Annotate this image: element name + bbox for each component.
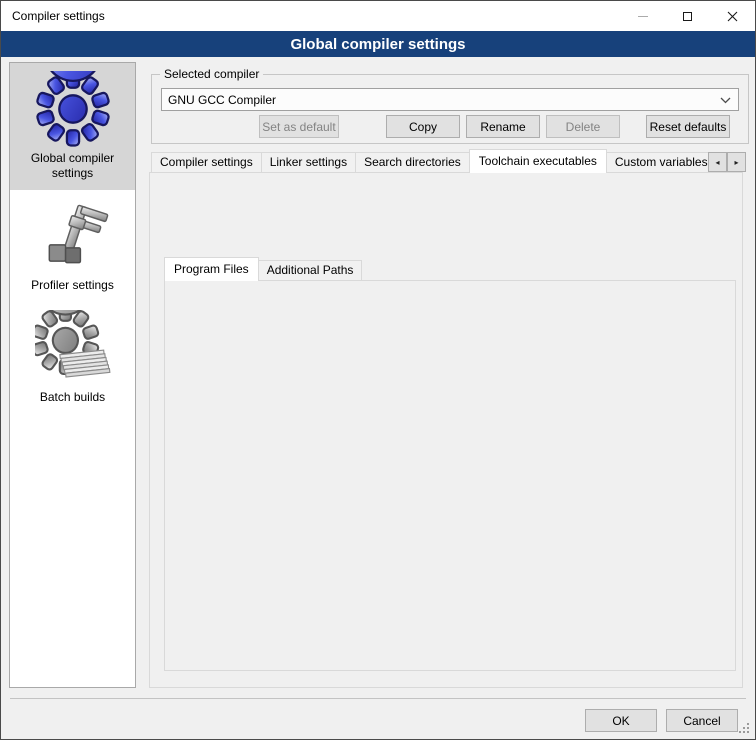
subtab-program-files[interactable]: Program Files xyxy=(164,257,259,281)
window-controls xyxy=(620,1,755,31)
maximize-icon xyxy=(683,12,692,21)
compiler-settings-dialog: Compiler settings Global compiler settin… xyxy=(0,0,756,740)
delete-button: Delete xyxy=(546,115,620,138)
sidebar-item-label: Batch builds xyxy=(40,390,105,405)
close-button[interactable] xyxy=(710,1,755,31)
gear-stack-icon xyxy=(35,310,111,386)
titlebar: Compiler settings xyxy=(1,1,755,31)
caliper-icon xyxy=(35,198,111,274)
compiler-select[interactable]: GNU GCC Compiler xyxy=(161,88,739,111)
tab-custom-variables[interactable]: Custom variables xyxy=(606,152,708,173)
gear-blue-icon xyxy=(35,71,111,147)
subtab-additional-paths[interactable]: Additional Paths xyxy=(258,260,363,281)
compiler-select-value: GNU GCC Compiler xyxy=(168,93,276,107)
tab-toolchain-executables[interactable]: Toolchain executables xyxy=(469,149,607,173)
maximize-button[interactable] xyxy=(665,1,710,31)
resize-grip[interactable] xyxy=(739,723,741,725)
selected-compiler-group-label: Selected compiler xyxy=(160,67,263,81)
window-title: Compiler settings xyxy=(12,9,105,23)
tabs-scroll-right-button[interactable]: ▸ xyxy=(727,152,746,172)
minimize-button[interactable] xyxy=(620,1,665,31)
footer-divider xyxy=(10,698,746,699)
settings-category-list: Global compiler settings xyxy=(9,62,136,688)
tab-linker-settings[interactable]: Linker settings xyxy=(261,152,356,173)
tabs-scroll-left-button[interactable]: ◂ xyxy=(708,152,727,172)
rename-button[interactable]: Rename xyxy=(466,115,540,138)
close-icon xyxy=(727,11,738,22)
cancel-button[interactable]: Cancel xyxy=(666,709,738,732)
tab-compiler-settings[interactable]: Compiler settings xyxy=(151,152,262,173)
set-as-default-button: Set as default xyxy=(259,115,339,138)
ok-button[interactable]: OK xyxy=(585,709,657,732)
sidebar-item-profiler-settings[interactable]: Profiler settings xyxy=(10,190,135,302)
reset-defaults-button[interactable]: Reset defaults xyxy=(646,115,730,138)
sidebar-item-label: Global compiler settings xyxy=(12,151,133,181)
program-files-panel xyxy=(164,280,736,671)
sidebar-item-batch-builds[interactable]: Batch builds xyxy=(10,302,135,414)
tab-search-directories[interactable]: Search directories xyxy=(355,152,470,173)
chevron-down-icon xyxy=(720,97,731,104)
compiler-tabs: Compiler settings Linker settings Search… xyxy=(151,148,708,173)
sidebar-item-global-compiler-settings[interactable]: Global compiler settings xyxy=(10,63,135,190)
minimize-icon xyxy=(638,16,648,17)
dialog-header: Global compiler settings xyxy=(1,31,755,57)
copy-button[interactable]: Copy xyxy=(386,115,460,138)
sidebar-item-label: Profiler settings xyxy=(31,278,114,293)
page-title: Global compiler settings xyxy=(290,36,465,53)
compiler-actions-row: Set as default Copy Rename Delete Reset … xyxy=(151,115,749,138)
